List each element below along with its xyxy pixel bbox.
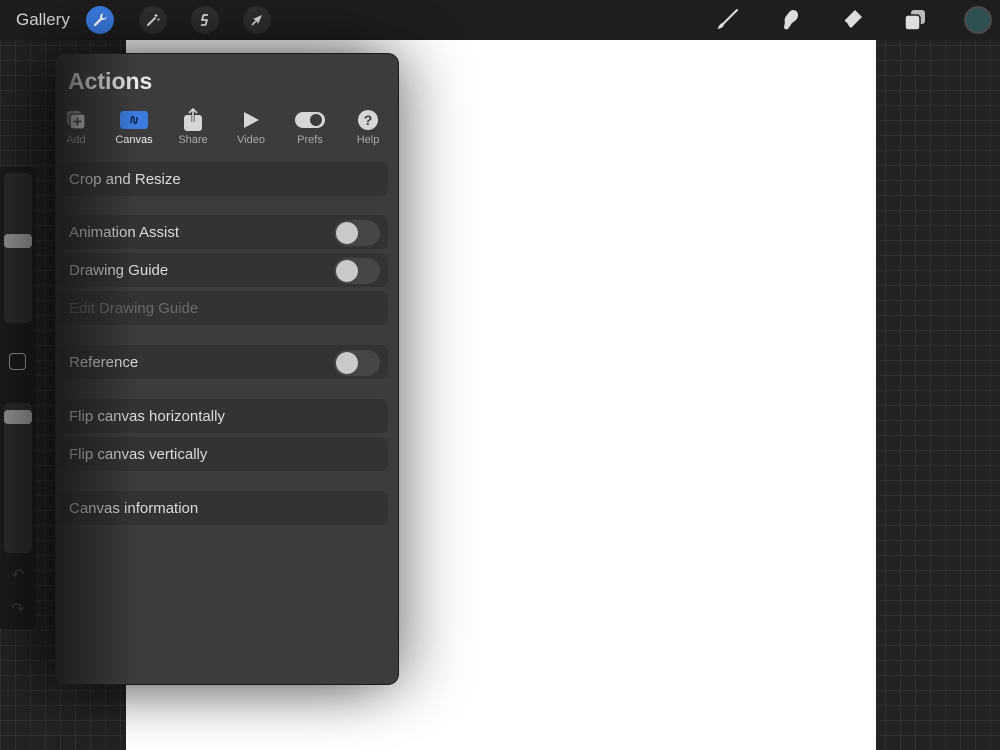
transform-button[interactable] (243, 6, 271, 34)
layers-icon (904, 10, 925, 31)
tab-video[interactable]: Video (223, 108, 279, 150)
drawing-guide-toggle[interactable] (334, 258, 380, 284)
opacity-slider[interactable] (4, 403, 32, 553)
reference-item[interactable]: Reference (60, 345, 388, 379)
crop-and-resize-item[interactable]: Crop and Resize (60, 162, 388, 196)
brush-size-handle[interactable] (4, 234, 32, 249)
selection-button[interactable] (191, 6, 219, 34)
panel-title: Actions (68, 68, 153, 94)
adjustments-button[interactable] (139, 6, 167, 34)
actions-tabs: Add Canvas Share Video Prefs ? Help (56, 108, 398, 150)
tab-prefs[interactable]: Prefs (282, 108, 338, 150)
smudge-button[interactable] (776, 6, 804, 34)
undo-icon[interactable]: ↶ (9, 565, 27, 584)
tab-share[interactable]: Share (165, 108, 221, 150)
redo-icon[interactable]: ↷ (9, 599, 27, 618)
actions-panel: Actions Add Canvas Share Video Prefs ? H… (56, 54, 398, 684)
add-layers-icon (67, 111, 86, 130)
magic-wand-icon (147, 14, 160, 26)
edit-drawing-guide-item: Edit Drawing Guide (60, 291, 388, 325)
question-icon: ? (358, 110, 378, 130)
gallery-button[interactable]: Gallery (16, 10, 70, 30)
animation-assist-toggle[interactable] (334, 220, 380, 246)
modify-button[interactable] (9, 353, 26, 370)
tab-add[interactable]: Add (56, 108, 104, 150)
tab-canvas[interactable]: Canvas (106, 108, 162, 150)
top-toolbar: Gallery (0, 0, 1000, 40)
reference-toggle[interactable] (334, 350, 380, 376)
share-icon (184, 108, 202, 131)
brush-icon (717, 9, 738, 29)
flip-horizontal-item[interactable]: Flip canvas horizontally (60, 399, 388, 433)
wrench-icon (93, 13, 107, 27)
play-icon (244, 112, 259, 128)
drawing-guide-item[interactable]: Drawing Guide (60, 253, 388, 287)
color-picker-button[interactable] (964, 6, 992, 34)
toggle-icon (295, 112, 325, 128)
arrow-cursor-icon (251, 15, 262, 26)
opacity-handle[interactable] (4, 409, 32, 424)
canvas-wave-icon (120, 111, 148, 129)
flip-vertical-item[interactable]: Flip canvas vertically (60, 437, 388, 471)
actions-button[interactable] (86, 6, 114, 34)
left-sidebar: ↶ ↷ (0, 167, 36, 629)
layers-button[interactable] (901, 6, 929, 34)
svg-text:?: ? (364, 112, 373, 128)
animation-assist-item[interactable]: Animation Assist (60, 215, 388, 249)
brush-button[interactable] (713, 6, 741, 34)
eraser-button[interactable] (838, 6, 866, 34)
tab-help[interactable]: ? Help (340, 108, 396, 150)
smudge-finger-icon (784, 10, 798, 30)
eraser-icon (842, 10, 862, 28)
selection-s-icon (201, 14, 208, 26)
canvas-information-item[interactable]: Canvas information (60, 491, 388, 525)
